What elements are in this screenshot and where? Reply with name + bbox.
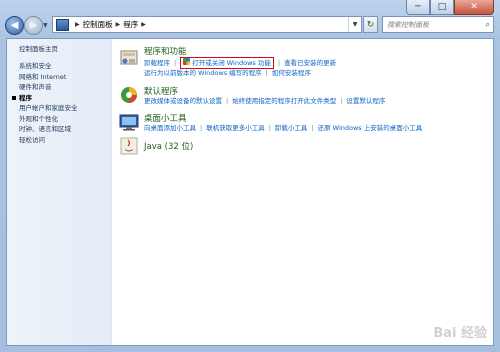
link-divider: | [265, 69, 268, 77]
sidebar-list: 系统和安全 网络和 Internet 硬件和声音 程序 用户帐户和家庭安全 外观… [12, 61, 78, 146]
refresh-button[interactable]: ↻ [363, 16, 378, 33]
address-bar[interactable]: ▶ 控制面板 ▶ 程序 ▶ ▼ [52, 16, 362, 33]
navigation-bar: ◀ ▶ ▼ ▶ 控制面板 ▶ 程序 ▶ ▼ ↻ 搜索控制面板 ⌕ [0, 14, 500, 36]
default-programs-icon[interactable] [119, 85, 139, 105]
link-divider: | [226, 97, 229, 105]
sidebar-item-ease-of-access[interactable]: 轻松访问 [19, 135, 78, 146]
set-default-programs-link[interactable]: 设置默认程序 [346, 96, 385, 106]
breadcrumb-control-panel[interactable]: 控制面板 [83, 19, 113, 30]
sidebar-item-hardware-sound[interactable]: 硬件和声音 [19, 82, 78, 93]
link-divider: | [200, 124, 203, 132]
uninstall-program-link[interactable]: 卸载程序 [144, 58, 170, 68]
desktop-gadgets-icon[interactable] [119, 112, 139, 132]
link-divider: | [277, 59, 281, 67]
sidebar-item-network[interactable]: 网络和 Internet [19, 72, 78, 83]
restore-gadgets-link[interactable]: 还原 Windows 上安装的桌面小工具 [318, 123, 423, 133]
breadcrumb-programs[interactable]: 程序 [123, 19, 138, 30]
control-panel-window: ─ □ ✕ ◀ ▶ ▼ ▶ 控制面板 ▶ 程序 ▶ ▼ ↻ 搜索控制面板 ⌕ 控… [0, 0, 500, 352]
get-more-gadgets-link[interactable]: 联机获取更多小工具 [206, 123, 265, 133]
section-title-programs-features[interactable]: 程序和功能 [144, 45, 187, 57]
link-divider: | [174, 59, 177, 67]
sidebar-item-programs[interactable]: 程序 [12, 93, 78, 104]
default-programs-links: 更改媒体或设备的默认设置 | 始终使用指定的程序打开此文件类型 | 设置默认程序 [144, 96, 385, 106]
search-input[interactable]: 搜索控制面板 ⌕ [382, 16, 494, 33]
recent-pages-dropdown-icon[interactable]: ▼ [43, 22, 48, 29]
window-controls: ─ □ ✕ [406, 0, 494, 15]
sidebar-item-clock-language[interactable]: 时钟、语言和区域 [19, 124, 78, 135]
breadcrumb-separator-icon[interactable]: ▶ [116, 21, 121, 28]
add-gadgets-link[interactable]: 向桌面添加小工具 [144, 123, 196, 133]
link-divider: | [340, 97, 343, 105]
watermark: Bai 经验 [433, 326, 487, 341]
shield-icon [183, 58, 191, 65]
sidebar: 控制面板主页 系统和安全 网络和 Internet 硬件和声音 程序 用户帐户和… [7, 39, 112, 345]
link-divider: | [268, 124, 271, 132]
programs-features-icon[interactable] [119, 47, 139, 67]
uninstall-gadget-link[interactable]: 卸载小工具 [275, 123, 308, 133]
desktop-gadgets-links: 向桌面添加小工具 | 联机获取更多小工具 | 卸载小工具 | 还原 Windows 上安装的… [144, 123, 422, 133]
link-divider: | [311, 124, 314, 132]
forward-button[interactable]: ▶ [24, 16, 43, 35]
search-placeholder: 搜索控制面板 [387, 20, 429, 29]
always-use-program-link[interactable]: 始终使用指定的程序打开此文件类型 [232, 96, 336, 106]
search-icon[interactable]: ⌕ [486, 20, 490, 30]
change-media-defaults-link[interactable]: 更改媒体或设备的默认设置 [144, 96, 222, 106]
content-area: 控制面板主页 系统和安全 网络和 Internet 硬件和声音 程序 用户帐户和… [6, 38, 494, 346]
turn-windows-features-label: 打开或关闭 Windows 功能 [192, 59, 271, 67]
java-icon[interactable] [119, 136, 139, 156]
main-panel: 程序和功能 卸载程序 | 打开或关闭 Windows 功能 | 查看已安装的更新 运行为… [119, 39, 493, 345]
address-dropdown-icon[interactable]: ▼ [348, 17, 361, 32]
programs-features-links-2: 运行为以前版本的 Windows 编写的程序 | 如何安装程序 [144, 68, 311, 78]
sidebar-home-link[interactable]: 控制面板主页 [19, 43, 58, 53]
sidebar-item-appearance[interactable]: 外观和个性化 [19, 114, 78, 125]
minimize-button[interactable]: ─ [406, 0, 430, 15]
how-to-install-link[interactable]: 如何安装程序 [272, 68, 311, 78]
section-title-java[interactable]: Java (32 位) [144, 140, 193, 152]
run-older-programs-link[interactable]: 运行为以前版本的 Windows 编写的程序 [144, 68, 262, 78]
control-panel-icon [56, 18, 69, 31]
sidebar-item-user-accounts[interactable]: 用户帐户和家庭安全 [19, 103, 78, 114]
view-installed-updates-link[interactable]: 查看已安装的更新 [284, 58, 336, 68]
back-button[interactable]: ◀ [5, 16, 24, 35]
breadcrumb-separator-icon[interactable]: ▶ [141, 21, 146, 28]
close-button[interactable]: ✕ [454, 0, 494, 15]
sidebar-item-system-security[interactable]: 系统和安全 [19, 61, 78, 72]
breadcrumb-separator-icon[interactable]: ▶ [75, 21, 80, 28]
maximize-button[interactable]: □ [430, 0, 454, 15]
